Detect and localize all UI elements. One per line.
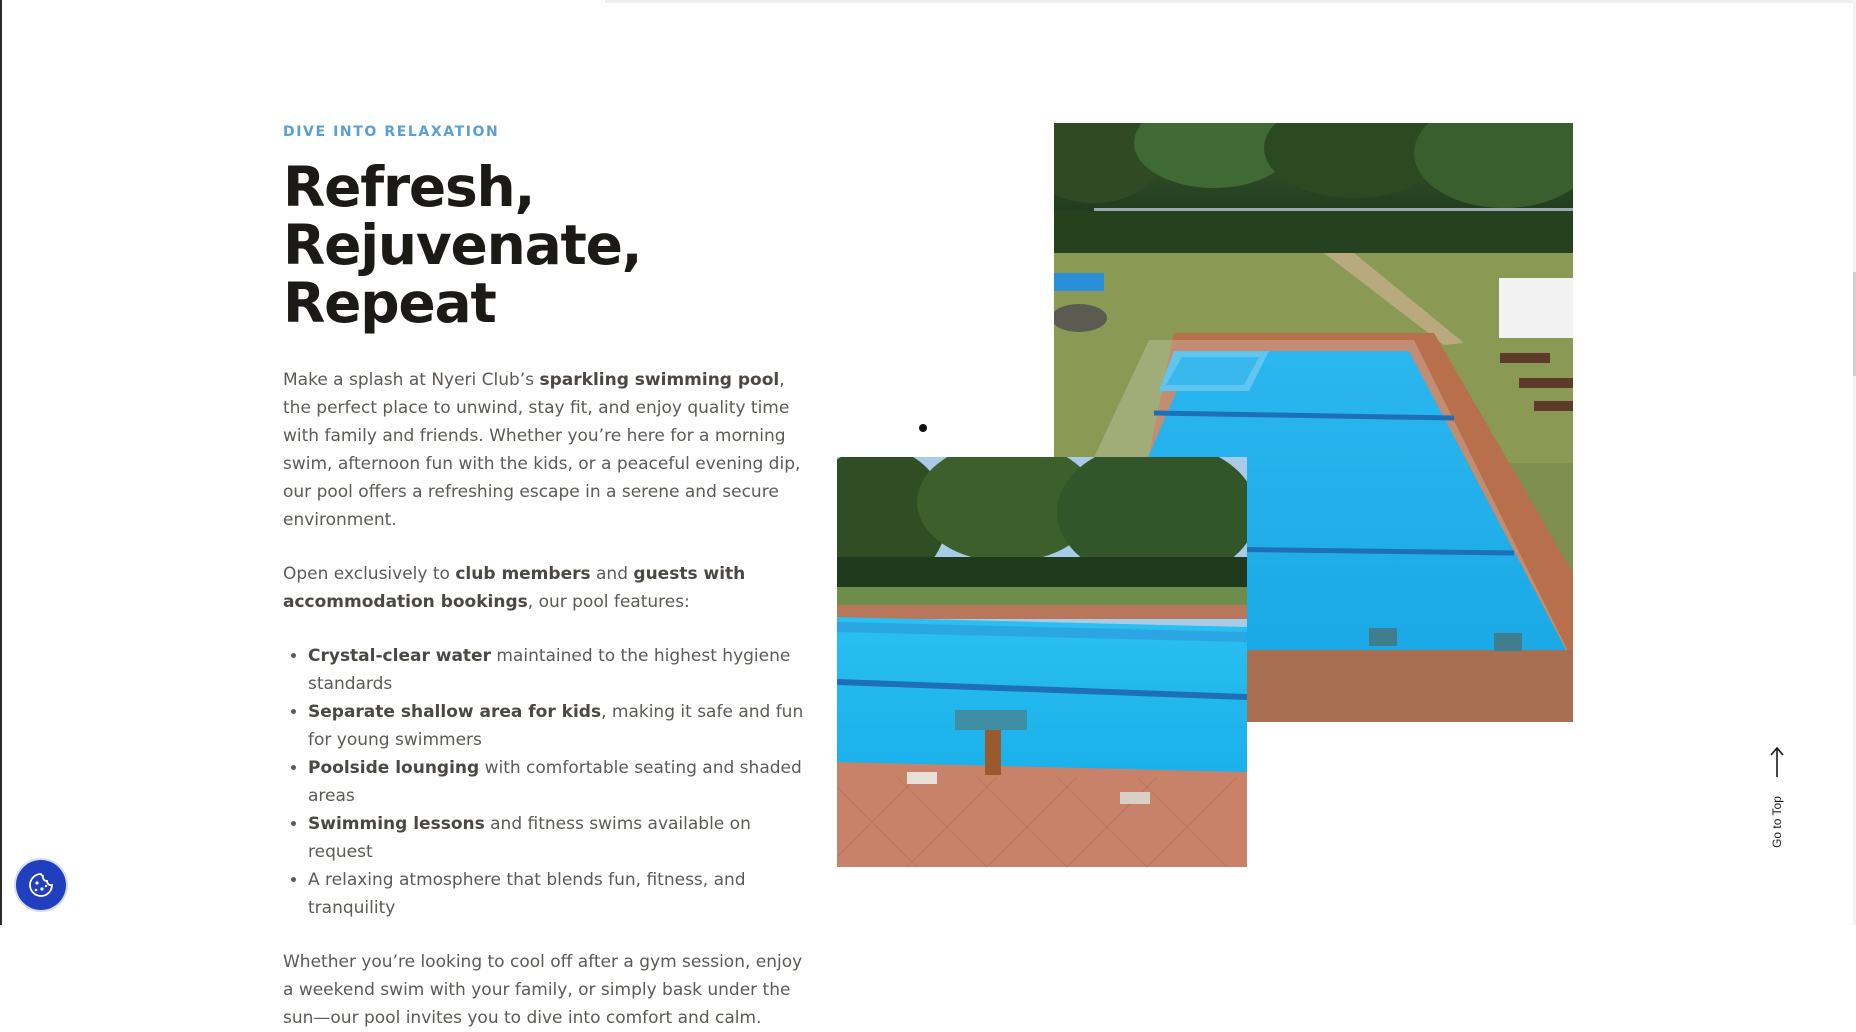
access-members: club members — [455, 564, 591, 584]
access-text-e: , our pool features: — [527, 592, 690, 612]
section-title: Refresh, Rejuvenate, Repeat — [283, 158, 813, 332]
list-item: Separate shallow area for kids, making i… — [308, 698, 813, 754]
list-item: A relaxing atmosphere that blends fun, f… — [308, 866, 813, 922]
list-item: Poolside lounging with comfortable seati… — [308, 754, 813, 810]
feature-bold: Separate shallow area for kids — [308, 702, 602, 722]
arrow-up-icon — [1770, 746, 1784, 777]
carousel-dot[interactable] — [919, 424, 927, 432]
list-item: Crystal-clear water maintained to the hi… — [308, 642, 813, 698]
title-line-2: Rejuvenate, Repeat — [283, 213, 643, 335]
go-to-top-label: Go to Top — [1770, 796, 1784, 848]
intro-highlight: sparkling swimming pool — [539, 370, 780, 390]
access-text-c: and — [590, 564, 634, 584]
list-item: Swimming lessons and fitness swims avail… — [308, 810, 813, 866]
features-list: Crystal-clear water maintained to the hi… — [283, 642, 813, 922]
feature-bold: Crystal-clear water — [308, 646, 491, 666]
feature-bold: Poolside lounging — [308, 758, 480, 778]
header-divider — [605, 0, 1856, 3]
access-text-a: Open exclusively to — [283, 564, 456, 584]
cookie-icon — [29, 873, 53, 897]
cookie-settings-button[interactable] — [16, 860, 66, 910]
intro-text-a: Make a splash at Nyeri Club’s — [283, 370, 540, 390]
closing-paragraph: Whether you’re looking to cool off after… — [283, 952, 803, 1028]
feature-bold: Swimming lessons — [308, 814, 485, 834]
go-to-top-button[interactable]: Go to Top — [1762, 742, 1792, 852]
pool-starting-block-photo — [837, 457, 1247, 867]
access-paragraph: Open exclusively to club members and gue… — [283, 560, 813, 616]
pool-section-text: DIVE INTO RELAXATION Refresh, Rejuvenate… — [283, 122, 813, 1032]
title-line-1: Refresh, — [283, 155, 535, 219]
feature-text: A relaxing atmosphere that blends fun, f… — [308, 870, 746, 918]
left-border — [0, 0, 2, 925]
section-eyebrow: DIVE INTO RELAXATION — [283, 124, 500, 140]
intro-text-c: , the perfect place to unwind, stay fit,… — [283, 370, 801, 530]
intro-paragraph: Make a splash at Nyeri Club’s sparkling … — [283, 366, 813, 534]
